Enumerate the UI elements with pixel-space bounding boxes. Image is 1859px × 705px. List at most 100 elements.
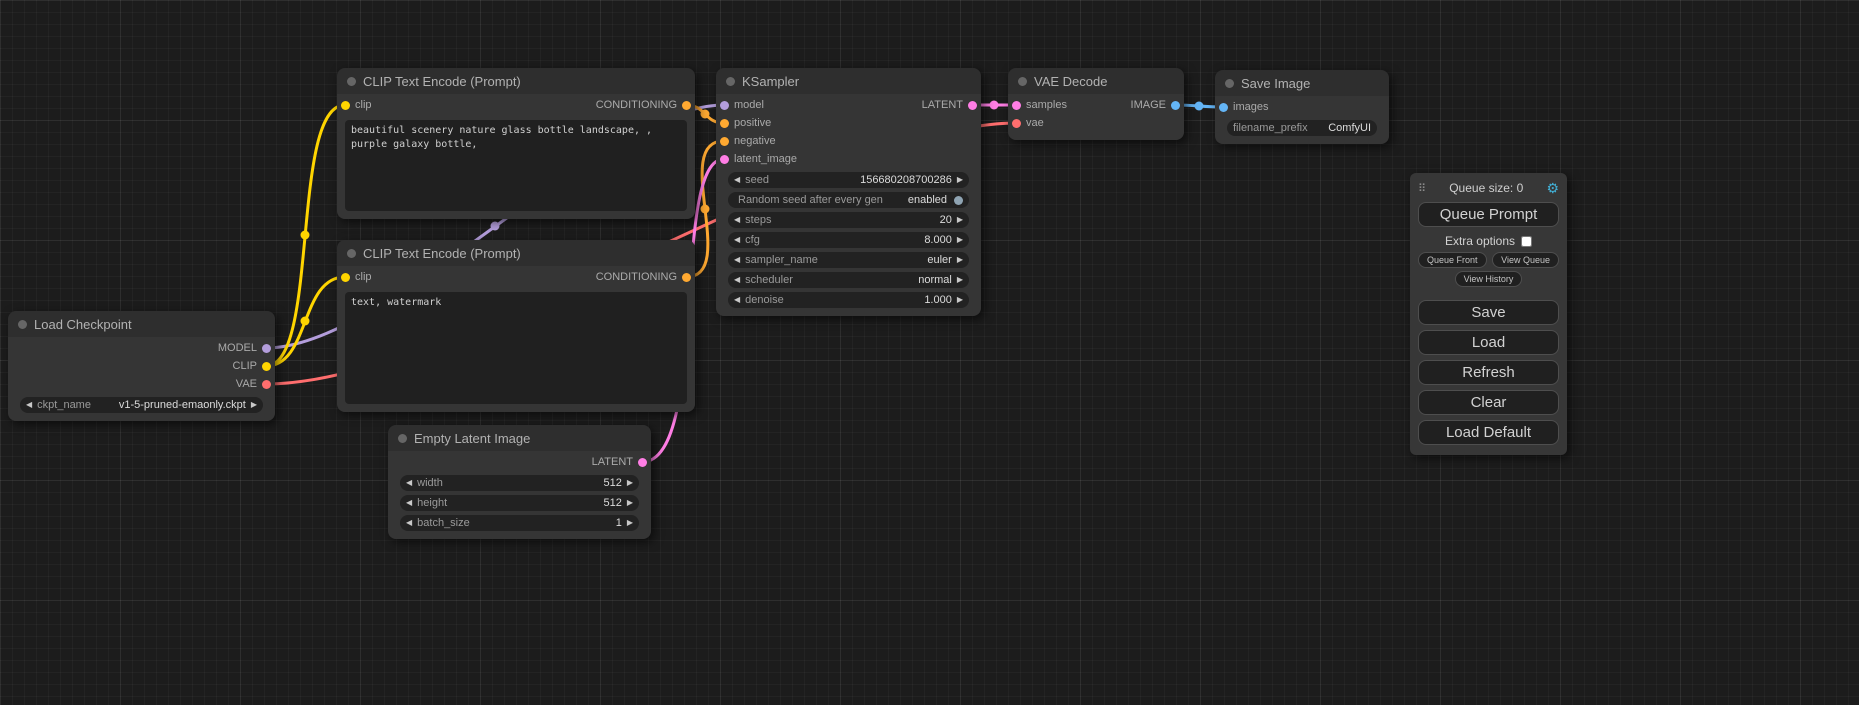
increment-arrow-icon[interactable]: ▶ <box>251 397 257 413</box>
node-load-checkpoint[interactable]: Load Checkpoint MODEL CLIP VAE ◀ ckpt_na… <box>8 311 275 421</box>
node-clip-text-encode-positive[interactable]: CLIP Text Encode (Prompt) clip CONDITION… <box>337 68 695 219</box>
node-clip-text-encode-negative[interactable]: CLIP Text Encode (Prompt) clip CONDITION… <box>337 240 695 412</box>
node-title-bar[interactable]: Load Checkpoint <box>8 311 275 337</box>
decrement-arrow-icon[interactable]: ◀ <box>734 252 740 268</box>
node-save-image[interactable]: Save Image images filename_prefix ComfyU… <box>1215 70 1389 144</box>
load-default-button[interactable]: Load Default <box>1418 420 1559 445</box>
clip-input-slot[interactable] <box>341 273 350 282</box>
load-button[interactable]: Load <box>1418 330 1559 355</box>
increment-arrow-icon[interactable]: ▶ <box>957 172 963 188</box>
node-empty-latent-image[interactable]: Empty Latent Image LATENT ◀ width 512 ▶ … <box>388 425 651 539</box>
increment-arrow-icon[interactable]: ▶ <box>627 515 633 531</box>
vae-input-slot[interactable] <box>1012 119 1021 128</box>
node-status-dot[interactable] <box>726 77 735 86</box>
negative-input-label: negative <box>734 135 776 147</box>
menu-drag-handle-icon[interactable]: ⠿ <box>1418 182 1426 195</box>
latent-image-input-slot[interactable] <box>720 155 729 164</box>
conditioning-output-slot[interactable] <box>682 101 691 110</box>
sampler-name-widget[interactable]: ◀ sampler_name euler ▶ <box>728 252 969 268</box>
toggle-knob[interactable] <box>954 196 963 205</box>
node-title-bar[interactable]: VAE Decode <box>1008 68 1184 94</box>
vae-output-slot[interactable] <box>262 380 271 389</box>
height-widget[interactable]: ◀ height 512 ▶ <box>400 495 639 511</box>
samples-input-label: samples <box>1026 99 1067 111</box>
image-output-slot[interactable] <box>1171 101 1180 110</box>
random-seed-toggle-widget[interactable]: Random seed after every gen enabled <box>728 192 969 208</box>
node-title-bar[interactable]: Save Image <box>1215 70 1389 96</box>
batch-size-widget[interactable]: ◀ batch_size 1 ▶ <box>400 515 639 531</box>
node-status-dot[interactable] <box>398 434 407 443</box>
denoise-widget[interactable]: ◀ denoise 1.000 ▶ <box>728 292 969 308</box>
link-midpoint-dot <box>990 101 999 110</box>
extra-options-checkbox[interactable] <box>1521 236 1532 247</box>
decrement-arrow-icon[interactable]: ◀ <box>734 232 740 248</box>
node-vae-decode[interactable]: VAE Decode samples IMAGE vae <box>1008 68 1184 140</box>
view-queue-button[interactable]: View Queue <box>1492 252 1559 268</box>
model-output-slot[interactable] <box>262 344 271 353</box>
increment-arrow-icon[interactable]: ▶ <box>957 252 963 268</box>
increment-arrow-icon[interactable]: ▶ <box>627 475 633 491</box>
seed-widget[interactable]: ◀ seed 156680208700286 ▶ <box>728 172 969 188</box>
queue-prompt-button[interactable]: Queue Prompt <box>1418 202 1559 227</box>
node-title-bar[interactable]: CLIP Text Encode (Prompt) <box>337 240 695 266</box>
link-midpoint-dot <box>701 205 710 214</box>
decrement-arrow-icon[interactable]: ◀ <box>26 397 32 413</box>
widget-value: 512 <box>603 477 621 489</box>
cfg-widget[interactable]: ◀ cfg 8.000 ▶ <box>728 232 969 248</box>
save-button[interactable]: Save <box>1418 300 1559 325</box>
queue-front-button[interactable]: Queue Front <box>1418 252 1487 268</box>
decrement-arrow-icon[interactable]: ◀ <box>734 212 740 228</box>
settings-gear-icon[interactable]: ⚙ <box>1546 180 1559 197</box>
positive-input-slot[interactable] <box>720 119 729 128</box>
negative-prompt-textarea[interactable]: text, watermark <box>345 292 687 404</box>
comfyui-graph-canvas[interactable]: Load Checkpoint MODEL CLIP VAE ◀ ckpt_na… <box>0 0 1859 705</box>
vae-input-label: vae <box>1026 117 1044 129</box>
decrement-arrow-icon[interactable]: ◀ <box>734 272 740 288</box>
decrement-arrow-icon[interactable]: ◀ <box>406 475 412 491</box>
clip-input-slot[interactable] <box>341 101 350 110</box>
widget-label: denoise <box>745 294 784 306</box>
node-title-bar[interactable]: CLIP Text Encode (Prompt) <box>337 68 695 94</box>
clip-output-slot[interactable] <box>262 362 271 371</box>
node-title-bar[interactable]: Empty Latent Image <box>388 425 651 451</box>
model-input-slot[interactable] <box>720 101 729 110</box>
scheduler-widget[interactable]: ◀ scheduler normal ▶ <box>728 272 969 288</box>
node-status-dot[interactable] <box>1225 79 1234 88</box>
increment-arrow-icon[interactable]: ▶ <box>957 272 963 288</box>
decrement-arrow-icon[interactable]: ◀ <box>406 515 412 531</box>
widget-label: scheduler <box>745 274 793 286</box>
latent-output-slot[interactable] <box>968 101 977 110</box>
view-history-button[interactable]: View History <box>1455 271 1523 287</box>
widget-value: 20 <box>940 214 952 226</box>
negative-input-slot[interactable] <box>720 137 729 146</box>
steps-widget[interactable]: ◀ steps 20 ▶ <box>728 212 969 228</box>
images-input-slot[interactable] <box>1219 103 1228 112</box>
conditioning-output-slot[interactable] <box>682 273 691 282</box>
width-widget[interactable]: ◀ width 512 ▶ <box>400 475 639 491</box>
node-status-dot[interactable] <box>18 320 27 329</box>
positive-prompt-textarea[interactable]: beautiful scenery nature glass bottle la… <box>345 120 687 211</box>
clear-button[interactable]: Clear <box>1418 390 1559 415</box>
widget-value: v1-5-pruned-emaonly.ckpt <box>119 399 246 411</box>
node-status-dot[interactable] <box>347 249 356 258</box>
samples-input-slot[interactable] <box>1012 101 1021 110</box>
filename-prefix-widget[interactable]: filename_prefix ComfyUI <box>1227 120 1377 136</box>
latent-output-slot[interactable] <box>638 458 647 467</box>
decrement-arrow-icon[interactable]: ◀ <box>734 292 740 308</box>
increment-arrow-icon[interactable]: ▶ <box>957 292 963 308</box>
refresh-button[interactable]: Refresh <box>1418 360 1559 385</box>
node-status-dot[interactable] <box>347 77 356 86</box>
widget-value: 1 <box>616 517 622 529</box>
widget-label: batch_size <box>417 517 470 529</box>
increment-arrow-icon[interactable]: ▶ <box>627 495 633 511</box>
node-status-dot[interactable] <box>1018 77 1027 86</box>
increment-arrow-icon[interactable]: ▶ <box>957 212 963 228</box>
increment-arrow-icon[interactable]: ▶ <box>957 232 963 248</box>
ckpt-name-widget[interactable]: ◀ ckpt_name v1-5-pruned-emaonly.ckpt ▶ <box>20 397 263 413</box>
node-title-bar[interactable]: KSampler <box>716 68 981 94</box>
widget-value: enabled <box>908 194 947 206</box>
decrement-arrow-icon[interactable]: ◀ <box>406 495 412 511</box>
image-output-label: IMAGE <box>1131 99 1166 111</box>
node-ksampler[interactable]: KSampler model LATENT positive negative <box>716 68 981 316</box>
decrement-arrow-icon[interactable]: ◀ <box>734 172 740 188</box>
